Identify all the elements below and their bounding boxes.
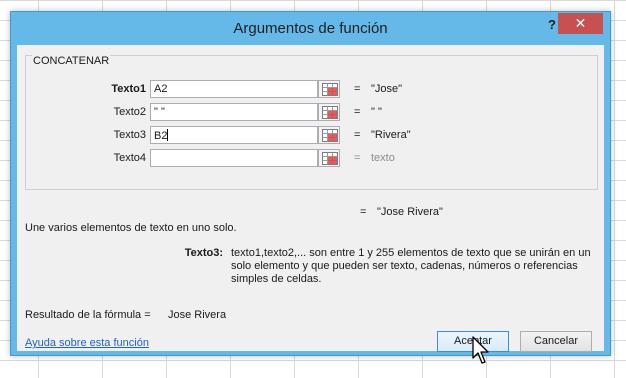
argument-row-texto2: Texto2 " " = " " [26, 103, 599, 123]
mouse-pointer-icon [472, 336, 489, 364]
function-name-label: CONCATENAR [32, 55, 111, 67]
equals-sign: = [354, 106, 361, 118]
collapse-dialog-button[interactable] [318, 103, 340, 121]
title-bar[interactable]: Argumentos de función ? ✕ [11, 12, 610, 44]
argument-help-text: texto1,texto2,... son entre 1 y 255 elem… [231, 247, 591, 285]
range-select-icon [322, 83, 338, 96]
collapse-dialog-button[interactable] [318, 80, 340, 98]
range-select-icon [322, 152, 338, 165]
dialog-title: Argumentos de función [233, 20, 388, 37]
collapse-dialog-button[interactable] [318, 126, 340, 144]
arguments-group: CONCATENAR Texto1 A2 = "Jose" Texto2 " "… [25, 55, 598, 190]
close-icon: ✕ [574, 15, 587, 31]
argument-label: Texto2 [113, 106, 146, 118]
argument-input-texto4[interactable] [150, 149, 318, 167]
argument-result: "Rivera" [371, 129, 411, 141]
argument-input-value: B2 [154, 130, 168, 142]
function-result-equals: = [360, 206, 367, 218]
argument-row-texto1: Texto1 A2 = "Jose" [26, 80, 599, 100]
argument-row-texto4: Texto4 = texto [26, 149, 599, 169]
argument-result: texto [371, 152, 395, 164]
argument-input-texto2[interactable]: " " [150, 103, 318, 121]
text-caret [167, 129, 169, 141]
range-select-icon [322, 106, 338, 119]
argument-input-value: " " [154, 106, 165, 118]
argument-help-label: Texto3: [184, 247, 223, 259]
argument-label: Texto3 [113, 129, 146, 141]
argument-label: Texto4 [113, 152, 146, 164]
argument-label: Texto1 [111, 83, 146, 95]
argument-input-texto1[interactable]: A2 [150, 80, 318, 98]
function-description: Une varios elementos de texto en uno sol… [25, 222, 237, 234]
equals-sign: = [354, 129, 361, 141]
function-result-value: "Jose Rivera" [377, 206, 443, 218]
argument-result: "Jose" [371, 83, 403, 95]
close-button[interactable]: ✕ [558, 13, 603, 34]
cancel-button[interactable]: Cancelar [520, 331, 592, 352]
equals-sign: = [354, 83, 361, 95]
formula-result-value: Jose Rivera [168, 309, 227, 321]
collapse-dialog-button[interactable] [318, 149, 340, 167]
formula-result-label: Resultado de la fórmula = [25, 309, 151, 321]
argument-row-texto3: Texto3 B2 = "Rivera" [26, 126, 599, 146]
range-select-icon [322, 129, 338, 142]
dialog-body: CONCATENAR Texto1 A2 = "Jose" Texto2 " "… [17, 45, 604, 352]
function-arguments-dialog: Argumentos de función ? ✕ CONCATENAR Tex… [10, 11, 611, 356]
function-help-link[interactable]: Ayuda sobre esta función [25, 337, 149, 349]
argument-input-texto3[interactable]: B2 [150, 126, 318, 144]
equals-sign: = [354, 152, 361, 164]
argument-input-value: A2 [154, 83, 168, 95]
argument-result: " " [371, 106, 382, 118]
